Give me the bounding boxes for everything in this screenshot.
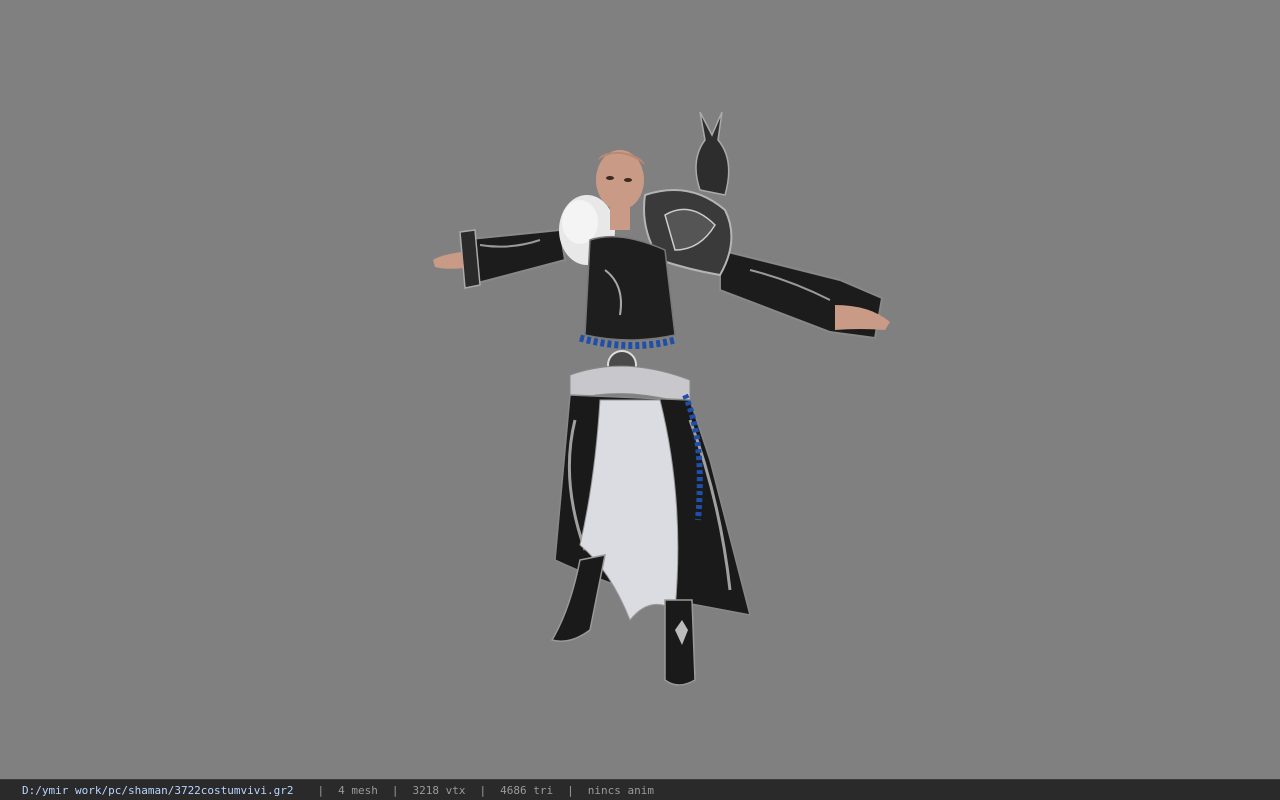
animation-status: nincs anim [587, 783, 654, 797]
right-boot [664, 599, 696, 686]
model-viewport[interactable] [0, 0, 1280, 779]
right-hand [835, 305, 890, 330]
status-bar: D:/ymir work/pc/shaman/3722costumvivi.gr… [0, 779, 1280, 800]
mesh-count: 4 mesh [338, 783, 378, 797]
separator: | [391, 783, 399, 797]
separator: | [479, 783, 487, 797]
triangle-count: 4686 tri [500, 783, 554, 797]
separator: | [567, 783, 574, 797]
character-model [433, 111, 890, 686]
file-path: D:/ymir work/pc/shaman/3722costumvivi.gr… [22, 783, 294, 797]
torso [584, 235, 676, 341]
separator: | [317, 783, 325, 797]
vertex-count: 3218 vtx [412, 783, 466, 797]
dragon-ornament [695, 111, 730, 196]
left-hand [433, 252, 464, 269]
left-boot [550, 554, 606, 642]
